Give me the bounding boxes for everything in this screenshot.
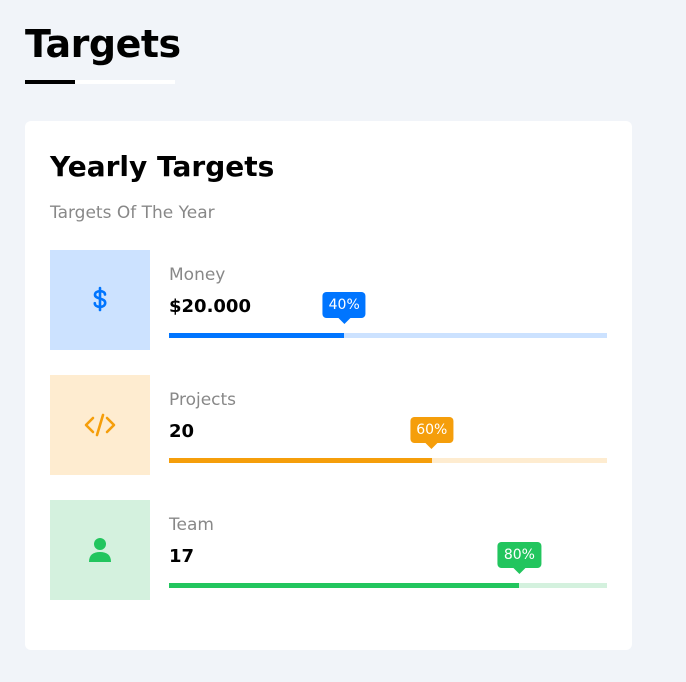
yearly-targets-card: Yearly Targets Targets Of The Year Money… [25,121,632,650]
team-info: Team 17 80% [169,500,607,600]
code-icon [83,413,117,437]
progress-badge: 80% [497,542,541,574]
card-title: Yearly Targets [50,150,275,183]
progress-track [169,333,607,338]
target-value: 17 [169,546,195,567]
title-underline [25,80,175,84]
progress-fill [169,333,345,338]
target-projects: Projects 20 60% [50,375,607,475]
card-subtitle: Targets Of The Year [50,203,215,223]
money-icon-box [50,250,150,350]
target-money: Money $20.000 40% [50,250,607,350]
progress-fill [169,458,432,463]
page-title: Targets [25,22,181,66]
user-icon [88,537,112,563]
target-team: Team 17 80% [50,500,607,600]
target-value: $20.000 [169,296,251,317]
target-value: 20 [169,421,195,442]
target-label: Team [169,515,214,535]
projects-info: Projects 20 60% [169,375,607,475]
money-info: Money $20.000 40% [169,250,607,350]
target-label: Money [169,265,226,285]
team-icon-box [50,500,150,600]
projects-icon-box [50,375,150,475]
progress-fill [169,583,520,588]
progress-badge: 60% [410,417,454,449]
progress-track [169,583,607,588]
progress-badge: 40% [322,292,366,324]
progress-track [169,458,607,463]
target-label: Projects [169,390,237,410]
title-underline-active [25,80,75,84]
dollar-icon [90,286,110,314]
